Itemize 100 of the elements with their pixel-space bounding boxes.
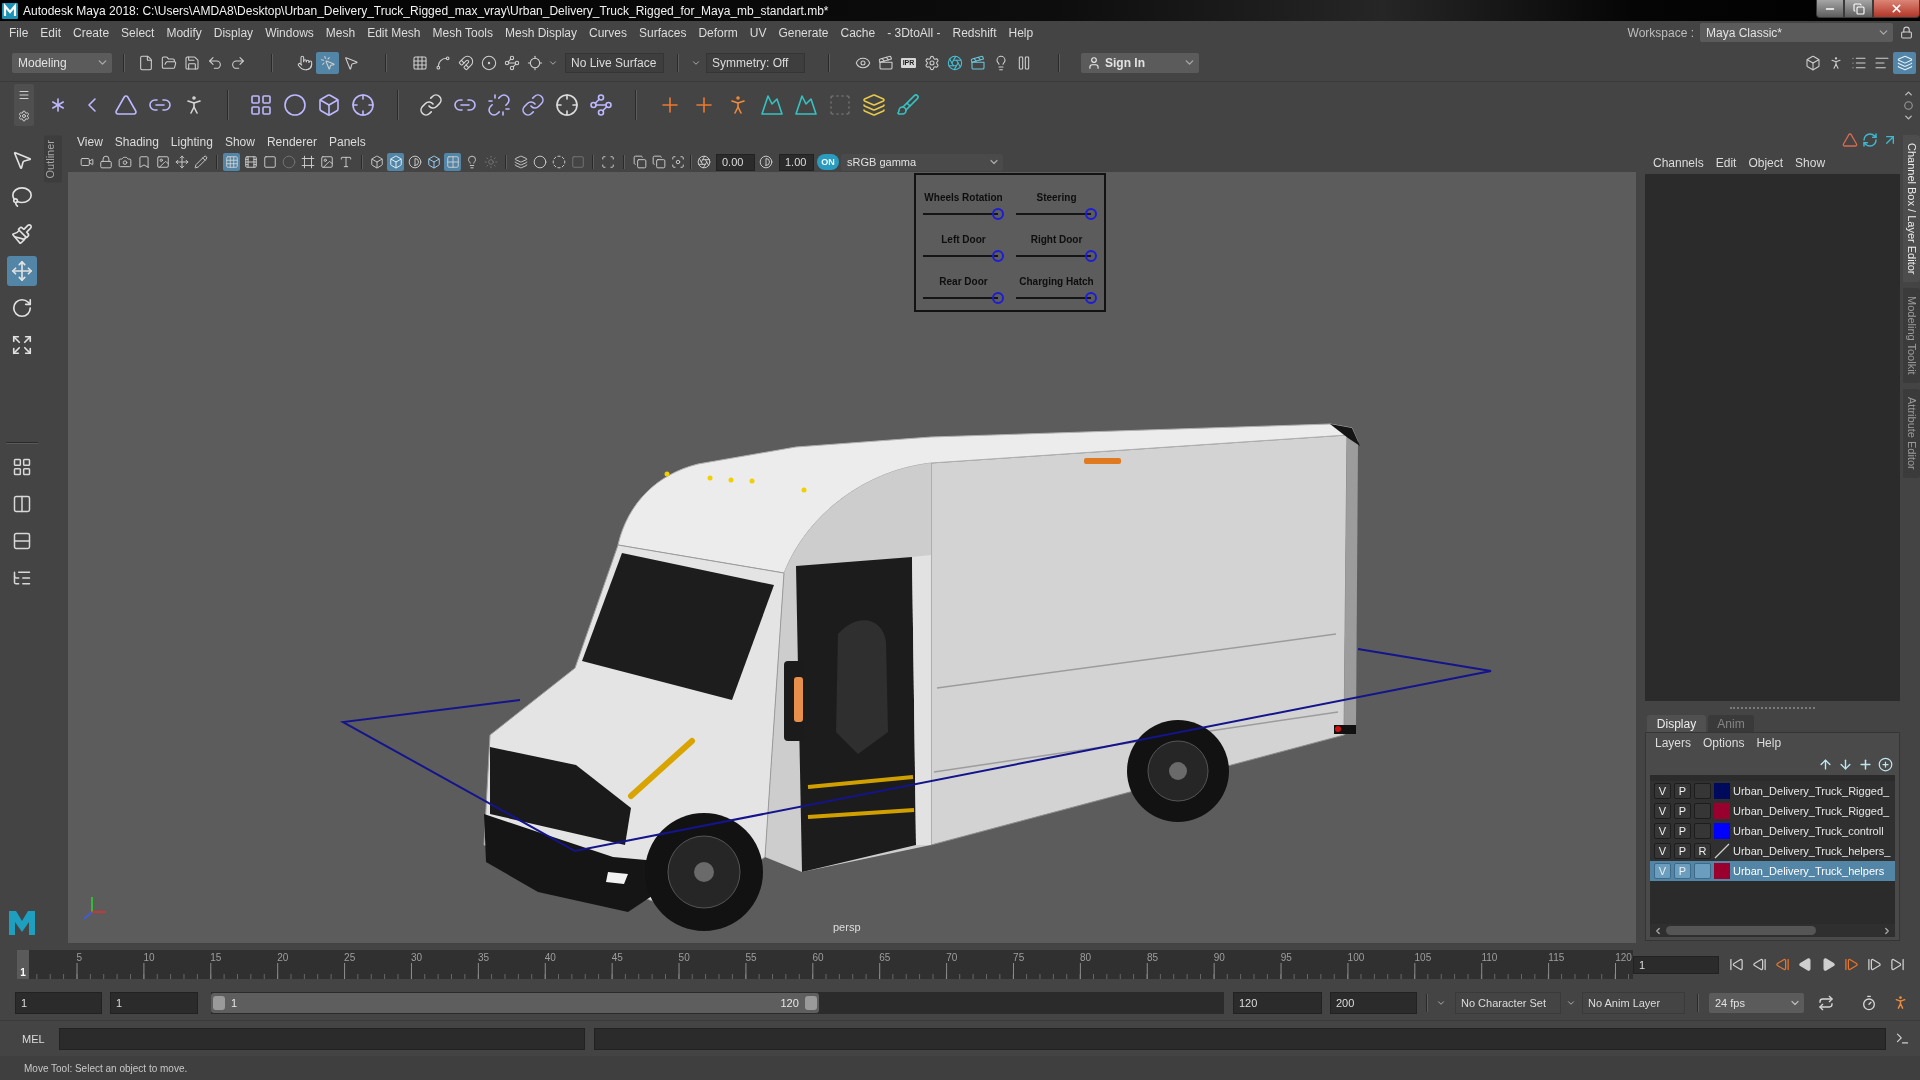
slider-handle[interactable] (992, 208, 1004, 220)
exposure-field[interactable]: 0.00 (716, 153, 755, 171)
anim-layer-field[interactable]: No Anim Layer (1582, 991, 1685, 1014)
channel-box-menu-item[interactable]: Show (1789, 156, 1832, 170)
crosshair-icon[interactable] (555, 93, 579, 117)
menu-item[interactable]: Redshift (946, 25, 1003, 40)
grid-toggle[interactable] (223, 153, 240, 171)
layers-icon[interactable] (862, 93, 886, 117)
menu-item[interactable]: Mesh Display (499, 25, 584, 40)
range-slider-track[interactable]: 1 120 (211, 991, 1224, 1014)
restore-button[interactable] (1844, 0, 1873, 18)
slider-handle[interactable] (1085, 292, 1097, 304)
dashed-circle-toggle[interactable] (550, 153, 567, 171)
folder-icon[interactable] (160, 54, 177, 71)
clapperboard-icon[interactable] (877, 54, 894, 71)
layer-row[interactable]: V P Urban_Delivery_Truck_helpers (1650, 861, 1895, 881)
crosshair-icon[interactable] (351, 93, 375, 117)
scrollbar-thumb[interactable] (1666, 926, 1816, 935)
channel-box-menu-item[interactable]: Channels (1647, 156, 1710, 170)
grid-icon[interactable] (411, 54, 428, 71)
menu-item[interactable]: UV (743, 25, 773, 40)
command-input-field[interactable] (59, 1027, 585, 1050)
circle-icon[interactable] (1904, 100, 1913, 110)
step-forward-icon[interactable] (1843, 956, 1859, 972)
step-back-icon[interactable] (1774, 956, 1790, 972)
menu-item[interactable]: Edit Mesh (361, 25, 427, 40)
cube-toggle[interactable] (425, 153, 442, 171)
layer-row[interactable]: V P Urban_Delivery_Truck_Rigged_ (1650, 781, 1895, 801)
menu-set-dropdown[interactable]: Modeling (12, 52, 112, 73)
playback-toggle[interactable]: P (1674, 803, 1691, 819)
plus-circle-icon[interactable] (1878, 756, 1893, 772)
dot-circle-icon[interactable] (480, 54, 497, 71)
play-icon[interactable] (1820, 956, 1836, 972)
menu-item[interactable]: File (3, 25, 35, 40)
playback-start-field[interactable]: 1 (110, 991, 198, 1014)
cube-icon[interactable] (317, 93, 341, 117)
slider-handle[interactable] (1085, 208, 1097, 220)
layer-row[interactable]: V P R Urban_Delivery_Truck_helpers_ (1650, 841, 1895, 861)
controller-outline[interactable] (339, 648, 1492, 853)
skip-forward-icon[interactable] (1889, 956, 1905, 972)
side-panel-tab[interactable]: Channel Box / Layer Editor (1903, 135, 1920, 283)
square-toggle[interactable] (261, 153, 278, 171)
scroll-left-icon[interactable] (1653, 925, 1663, 936)
layer-editor-tab[interactable]: Display (1647, 715, 1706, 732)
display-type-toggle[interactable] (1694, 783, 1711, 799)
waypoints-icon[interactable] (589, 93, 613, 117)
file-icon[interactable] (137, 54, 154, 71)
settings-icon[interactable] (18, 109, 30, 122)
menu-item[interactable]: Edit (34, 25, 68, 40)
menu-item[interactable]: Select (115, 25, 161, 40)
outliner-tab[interactable]: Outliner (44, 136, 62, 183)
clapperboard-icon[interactable] (969, 54, 986, 71)
menu-item[interactable]: Deform (692, 25, 744, 40)
menu-item[interactable]: Windows (259, 25, 320, 40)
layer-row[interactable]: V P Urban_Delivery_Truck_Rigged_ (1650, 801, 1895, 821)
link-icon[interactable] (419, 93, 443, 117)
playback-toggle[interactable]: P (1674, 783, 1691, 799)
link-icon[interactable] (521, 93, 545, 117)
skip-back-icon[interactable] (1728, 956, 1744, 972)
playback-toggle[interactable]: P (1674, 843, 1691, 859)
menu-item[interactable]: Modify (160, 25, 208, 40)
color-swatch-icon[interactable] (1714, 783, 1730, 799)
mountain-icon[interactable] (794, 93, 818, 117)
magnet-icon[interactable] (457, 54, 474, 71)
plus-icon[interactable] (1858, 756, 1873, 772)
symmetry-field[interactable]: Symmetry: Off (706, 52, 805, 73)
panel-menu-item[interactable]: Panels (322, 135, 372, 149)
menu-icon[interactable] (18, 88, 30, 101)
rows-icon[interactable] (12, 531, 32, 551)
lock-toggle[interactable] (97, 153, 114, 171)
fps-dropdown[interactable]: 24 fps (1709, 992, 1804, 1013)
menu-item[interactable]: Help (1002, 25, 1040, 40)
scroll-right-icon[interactable] (1882, 925, 1892, 936)
menu-item[interactable]: - 3DtoAll - (881, 25, 947, 40)
range-slider-bar[interactable] (211, 992, 819, 1013)
loop-icon[interactable] (1818, 994, 1834, 1011)
channel-box-menu-item[interactable]: Edit (1709, 156, 1743, 170)
channel-box-menu-item[interactable]: Object (1742, 156, 1790, 170)
color-swatch-icon[interactable] (1714, 823, 1730, 839)
redo-icon[interactable] (229, 54, 246, 71)
panel-menu-item[interactable]: Show (218, 135, 261, 149)
step-back-icon[interactable] (1751, 956, 1767, 972)
move-tool[interactable] (7, 256, 37, 286)
waypoints-icon[interactable] (503, 54, 520, 71)
menu-item[interactable]: Display (207, 25, 260, 40)
stopwatch-icon[interactable] (1861, 994, 1877, 1011)
display-type-toggle[interactable] (1694, 863, 1711, 879)
live-surface-field[interactable]: No Live Surface (565, 52, 664, 73)
menu-item[interactable]: Mesh Tools (426, 25, 499, 40)
four-squares-icon[interactable] (12, 457, 32, 477)
four-squares-icon[interactable] (249, 93, 273, 117)
pencil-toggle[interactable] (192, 153, 209, 171)
current-frame-marker[interactable]: 1 (17, 950, 29, 979)
curve-icon[interactable] (434, 54, 451, 71)
side-panel-tab[interactable]: Attribute Editor (1903, 389, 1920, 478)
panel-menu-item[interactable]: View (71, 135, 109, 149)
list-tree-icon[interactable] (12, 568, 32, 588)
terminal-icon[interactable] (1894, 1031, 1910, 1046)
reverse-play-icon[interactable] (1797, 956, 1813, 972)
aperture-icon[interactable] (946, 54, 963, 71)
